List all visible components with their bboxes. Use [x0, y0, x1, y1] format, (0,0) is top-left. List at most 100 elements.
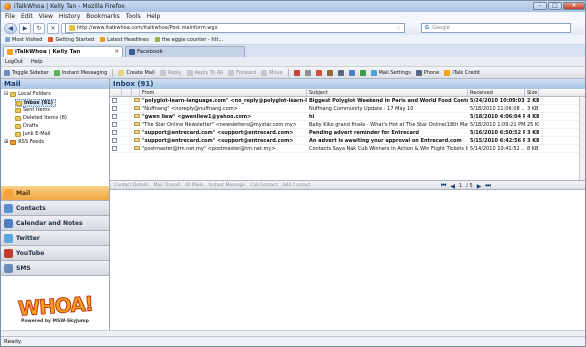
create-mail-button[interactable]: Create Mail — [118, 69, 155, 76]
bookmark-item[interactable]: Getting Started — [48, 36, 94, 43]
all-mails-button[interactable]: All Mails — [185, 183, 204, 188]
select-all-column[interactable] — [110, 88, 122, 97]
row-checkbox[interactable] — [110, 113, 122, 121]
instant-message-button[interactable]: Instant Message — [208, 183, 245, 188]
nav-contacts[interactable]: Contacts — [1, 201, 109, 216]
flag-column[interactable] — [122, 88, 132, 97]
nav-sms[interactable]: SMS — [1, 261, 109, 276]
stop-button[interactable]: ✕ — [47, 22, 59, 34]
help-link[interactable]: Help — [31, 59, 42, 65]
italk-credit-button[interactable]: iTalk Credit — [444, 69, 480, 76]
row-checkbox[interactable] — [110, 129, 122, 137]
next-page-icon[interactable]: ▶ — [477, 183, 482, 190]
reload-button[interactable]: ↻ — [33, 22, 45, 34]
column-received[interactable]: Received — [468, 88, 525, 97]
nav-mail[interactable]: Mail — [1, 186, 109, 201]
search-icon[interactable] — [337, 69, 344, 76]
move-button[interactable]: Move — [261, 69, 283, 76]
status-bar: Ready. — [1, 336, 585, 346]
table-row[interactable]: "postmaster@tm.net.my" <postmaster@tm.ne… — [110, 145, 585, 153]
collapse-icon[interactable]: ⊟ — [4, 91, 8, 97]
column-subject[interactable]: Subject — [307, 88, 468, 97]
maximize-button[interactable]: □ — [548, 2, 562, 10]
search-placeholder: Google — [432, 25, 450, 31]
column-size[interactable]: Size — [525, 88, 539, 97]
nav-youtube[interactable]: YouTube — [1, 246, 109, 261]
print-icon[interactable] — [304, 69, 311, 76]
folder-junk[interactable]: Junk E-Mail — [15, 131, 50, 137]
title-bar: iTalkWhoa | Kelly Tan - Mozilla Firefox … — [1, 1, 585, 12]
row-flag[interactable] — [122, 105, 132, 113]
last-page-icon[interactable]: ⏭ — [485, 182, 490, 190]
reply-button[interactable]: Reply — [159, 69, 182, 76]
menu-history[interactable]: History — [59, 13, 80, 20]
tab-italkwhoa[interactable]: iTalkWhoa | Kelly Tan ✕ — [3, 46, 123, 57]
close-tab-icon[interactable]: ✕ — [114, 49, 119, 55]
page-number[interactable]: 1 — [459, 183, 462, 189]
folder-icon — [15, 107, 21, 113]
row-flag[interactable] — [122, 113, 132, 121]
row-flag[interactable] — [122, 97, 132, 105]
row-checkbox[interactable] — [110, 137, 122, 145]
column-from[interactable]: From — [140, 88, 307, 97]
toggle-sidebar-button[interactable]: Toggle Sidebar — [4, 69, 49, 76]
prev-page-icon[interactable]: ◀ — [450, 183, 455, 190]
row-checkbox[interactable] — [110, 145, 122, 153]
mail-settings-button[interactable]: Mail Settings — [370, 69, 411, 76]
minimize-button[interactable]: – — [533, 2, 547, 10]
close-button[interactable]: ✕ — [563, 2, 585, 10]
row-flag[interactable] — [122, 137, 132, 145]
menu-tools[interactable]: Tools — [126, 13, 141, 20]
instant-messaging-button[interactable]: Instant Messaging — [53, 69, 107, 76]
address-book-icon[interactable] — [326, 69, 333, 76]
row-flag[interactable] — [122, 121, 132, 129]
folder-rss[interactable]: ⊞ RSS Feeds — [4, 139, 44, 145]
contact-details-button[interactable]: Contact Details — [114, 183, 149, 188]
menu-bookmarks[interactable]: Bookmarks — [86, 13, 120, 20]
row-flag[interactable] — [122, 129, 132, 137]
folder-drafts[interactable]: Drafts — [15, 123, 38, 129]
bookmark-item[interactable]: the eggie counter - htt... — [154, 36, 223, 43]
bookmark-item[interactable]: Most Visited — [5, 36, 42, 43]
row-size: 25 KB — [527, 121, 539, 128]
row-received: 5/24/2010 10:09:03 ... — [470, 97, 525, 104]
call-contact-button[interactable]: Call Contact — [250, 183, 277, 188]
mail-thread-button[interactable]: Mail Thread — [154, 183, 180, 188]
delete-icon[interactable] — [293, 69, 300, 76]
folder-sent[interactable]: Sent Items — [15, 107, 50, 113]
menu-help[interactable]: Help — [147, 13, 161, 20]
refresh-icon[interactable] — [359, 69, 366, 76]
calendar-icon[interactable] — [348, 69, 355, 76]
add-contact-button[interactable]: Add Contact — [283, 183, 311, 188]
forward-button[interactable]: ▶ — [19, 22, 31, 34]
row-checkbox[interactable] — [110, 121, 122, 129]
row-subject: hi — [309, 113, 315, 120]
reply-all-button[interactable]: Reply To All — [186, 69, 223, 76]
expand-icon[interactable]: ⊞ — [4, 139, 8, 145]
back-button[interactable]: ◀ — [4, 22, 17, 34]
url-bar[interactable]: http://www.italkwhoa.com/italkwhoa/Post.… — [65, 23, 405, 33]
menu-bar: File Edit View History Bookmarks Tools H… — [1, 12, 585, 21]
nav-twitter[interactable]: Twitter — [1, 231, 109, 246]
first-page-icon[interactable]: ⏮ — [441, 182, 446, 190]
attachment-column[interactable] — [132, 88, 140, 97]
forward-button[interactable]: Forward — [228, 69, 256, 76]
folder-deleted[interactable]: Deleted Items (8) — [15, 115, 67, 121]
bookmark-item[interactable]: Latest Headlines — [100, 36, 149, 43]
phone-button[interactable]: Phone — [415, 69, 439, 76]
row-flag[interactable] — [122, 145, 132, 153]
row-checkbox[interactable] — [110, 97, 122, 105]
bookmark-star-icon[interactable]: ☆ — [396, 25, 401, 32]
menu-view[interactable]: View — [39, 13, 53, 20]
flag-icon[interactable] — [315, 69, 322, 76]
folder-local[interactable]: ⊟ Local Folders — [4, 91, 51, 97]
message-list-scrollbar[interactable] — [579, 97, 585, 180]
tab-facebook[interactable]: Facebook — [125, 46, 245, 57]
logout-link[interactable]: LogOut — [5, 59, 23, 65]
folder-inbox[interactable]: Inbox (91) — [15, 99, 56, 107]
menu-file[interactable]: File — [5, 13, 15, 20]
menu-edit[interactable]: Edit — [21, 13, 33, 20]
search-box[interactable]: G Google — [421, 23, 571, 33]
row-checkbox[interactable] — [110, 105, 122, 113]
nav-calendar[interactable]: Calendar and Notes — [1, 216, 109, 231]
